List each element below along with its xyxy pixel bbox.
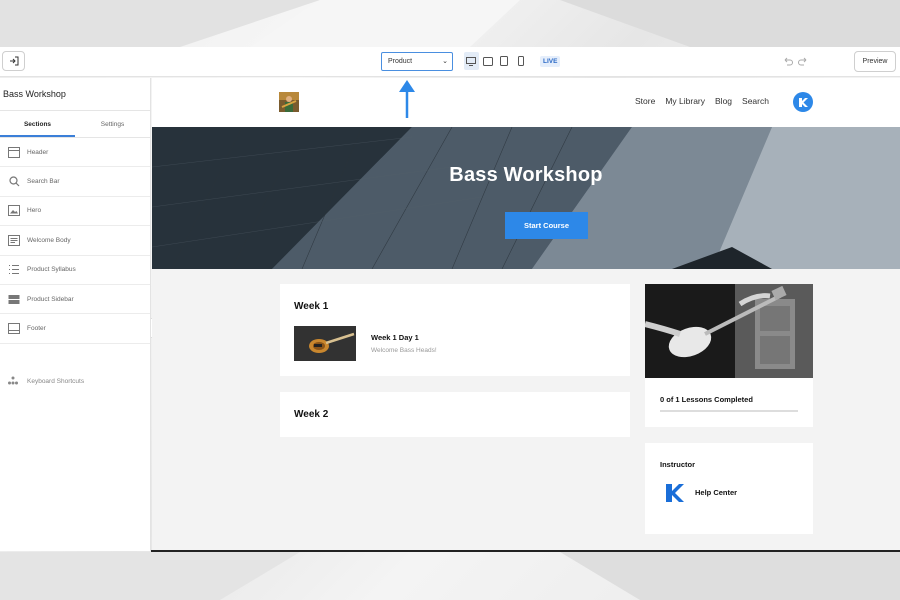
sidebar-item-header[interactable]: Header [0, 138, 150, 168]
instructor-card: Instructor Help Center [645, 443, 813, 534]
device-toggle [464, 52, 528, 70]
preview-button[interactable]: Preview [854, 51, 896, 72]
tablet-icon [500, 56, 509, 66]
mobile-icon [517, 56, 524, 66]
sidebar-item-label: Product Syllabus [27, 266, 76, 274]
tab-sections[interactable]: Sections [0, 111, 75, 137]
instructor-logo-icon [666, 484, 684, 502]
product-image [645, 284, 813, 378]
hero-section[interactable]: Bass Workshop Start Course [152, 127, 900, 269]
footer-icon [8, 323, 20, 335]
keyboard-shortcuts-label: Keyboard Shortcuts [27, 377, 85, 385]
sidebar-item-label: Footer [27, 325, 46, 333]
kajabi-logo-icon [799, 98, 808, 107]
account-avatar[interactable] [793, 92, 813, 112]
redo-icon[interactable] [797, 55, 809, 67]
tablet-landscape-view-button[interactable] [481, 52, 496, 70]
sections-sidebar: Bass Workshop Sections Settings Header S… [0, 78, 151, 551]
keyboard-shortcuts-link[interactable]: Keyboard Shortcuts [7, 375, 84, 387]
tab-settings[interactable]: Settings [75, 111, 150, 137]
desktop-icon [466, 56, 477, 66]
header-icon [8, 146, 20, 158]
progress-bar [660, 410, 798, 412]
product-progress-card: 0 of 1 Lessons Completed [645, 284, 813, 427]
live-badge: LIVE [540, 56, 561, 67]
sections-list: Header Search Bar Hero Welcome Body Prod… [0, 138, 150, 344]
nav-my-library[interactable]: My Library [665, 96, 705, 106]
hero-title: Bass Workshop [449, 164, 603, 186]
lesson-title[interactable]: Week 1 Day 1 [371, 333, 419, 342]
page-select[interactable]: Product ⌄ [381, 52, 453, 71]
sidebar-item-hero[interactable]: Hero [0, 197, 150, 227]
sidebar-item-product-syllabus[interactable]: Product Syllabus [0, 256, 150, 285]
lesson-thumbnail[interactable] [294, 326, 356, 361]
exit-icon [9, 56, 18, 66]
sidebar-item-label: Search Bar [27, 178, 60, 186]
site-preview-canvas: Store My Library Blog Search Bass Worksh… [152, 78, 900, 551]
sidebar-item-label: Product Sidebar [27, 295, 74, 303]
syllabus-week-card[interactable]: Week 2 [280, 392, 630, 437]
nav-search[interactable]: Search [742, 96, 769, 106]
syllabus-week-card[interactable]: Week 1 Week 1 Day 1 Welcome Bass Heads! [280, 284, 630, 376]
exit-button[interactable] [2, 51, 25, 71]
sidebar-item-product-sidebar[interactable]: Product Sidebar [0, 285, 150, 315]
list-icon [9, 265, 19, 275]
week-title: Week 1 [294, 301, 329, 312]
site-header[interactable]: Store My Library Blog Search [152, 78, 900, 127]
instructor-label: Instructor [660, 460, 696, 469]
site-nav: Store My Library Blog Search [635, 96, 769, 106]
sidebar-title: Bass Workshop [0, 78, 150, 111]
start-course-button[interactable]: Start Course [505, 212, 588, 239]
sidebar-item-search-bar[interactable]: Search Bar [0, 167, 150, 197]
tablet-view-button[interactable] [497, 52, 512, 70]
nav-store[interactable]: Store [635, 96, 655, 106]
nav-blog[interactable]: Blog [715, 96, 732, 106]
text-block-icon [8, 234, 20, 246]
bass-guitar-image [294, 326, 356, 361]
bass-player-image [645, 284, 813, 378]
sidebar-item-welcome-body[interactable]: Welcome Body [0, 226, 150, 256]
logo-image-icon [279, 92, 299, 112]
mobile-view-button[interactable] [514, 52, 529, 70]
desktop-view-button[interactable] [464, 52, 479, 70]
sidebar-tabs: Sections Settings [0, 111, 150, 138]
sidebar-item-label: Hero [27, 207, 42, 215]
undo-icon[interactable] [782, 55, 794, 67]
editor-toolbar: Product ⌄ LIVE Preview [0, 47, 900, 77]
canvas-bottom-border [151, 550, 900, 552]
instructor-name[interactable]: Help Center [695, 488, 737, 497]
keyboard-shortcuts-icon [8, 376, 18, 385]
sidebar-icon [8, 294, 20, 304]
sidebar-item-footer[interactable]: Footer [0, 314, 150, 344]
page-select-value: Product [388, 58, 413, 65]
search-icon [8, 176, 19, 187]
sidebar-item-label: Header [27, 148, 49, 156]
week-title: Week 2 [294, 409, 329, 420]
image-icon [8, 205, 20, 217]
hero-background-image [152, 127, 900, 269]
lesson-subtitle: Welcome Bass Heads! [371, 347, 437, 354]
chevron-down-icon: ⌄ [442, 58, 448, 65]
tablet-landscape-icon [482, 56, 493, 66]
progress-text: 0 of 1 Lessons Completed [660, 395, 753, 404]
site-logo[interactable] [279, 92, 299, 112]
annotation-arrow-icon [399, 80, 415, 118]
sidebar-item-label: Welcome Body [27, 236, 71, 244]
